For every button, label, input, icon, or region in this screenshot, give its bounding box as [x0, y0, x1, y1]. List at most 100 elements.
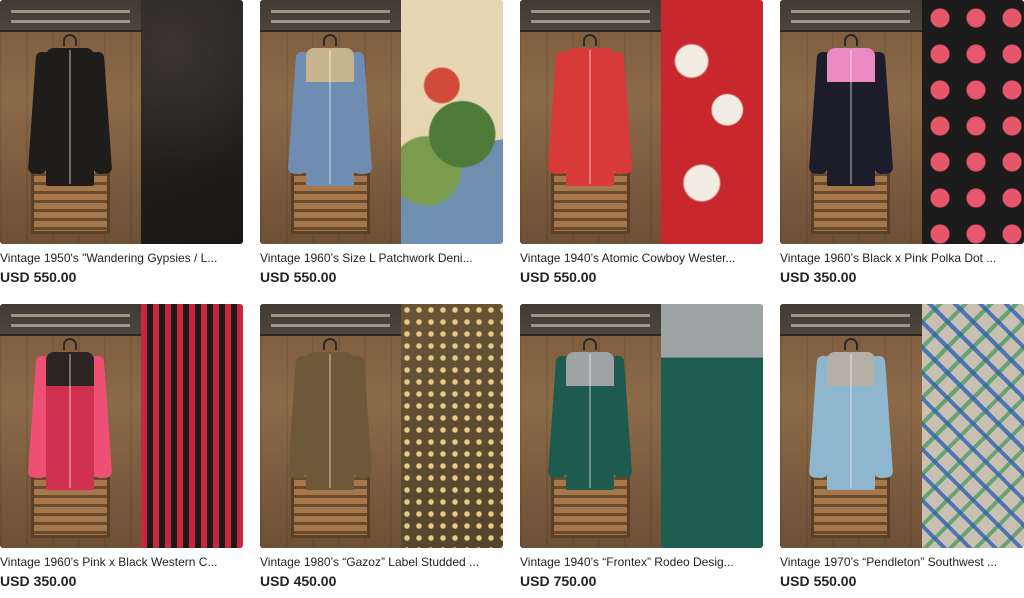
shirt-shape	[28, 34, 113, 186]
listing-title[interactable]: Vintage 1940’s “Frontex” Rodeo Desig...	[520, 555, 763, 569]
listing-image[interactable]	[780, 0, 1024, 244]
listing-card[interactable]: Vintage 1940’s “Frontex” Rodeo Desig... …	[520, 304, 763, 594]
shirt-photo	[260, 304, 401, 548]
listing-title[interactable]: Vintage 1960’s Size L Patchwork Deni...	[260, 251, 503, 265]
shirt-photo	[520, 304, 661, 548]
shirt-placket	[329, 354, 332, 488]
hanger	[583, 338, 598, 350]
price-currency: USD	[260, 269, 290, 285]
listing-image[interactable]	[260, 0, 503, 244]
listing-image[interactable]	[520, 304, 763, 548]
fabric-detail	[921, 304, 1024, 548]
store-sign	[520, 0, 661, 32]
listing-image[interactable]	[260, 304, 503, 548]
price-value: 350.00	[33, 573, 77, 589]
shirt-photo	[780, 304, 922, 548]
fabric-detail	[921, 0, 1024, 244]
fabric-detail	[400, 304, 503, 548]
store-sign	[780, 0, 922, 32]
shirt-placket	[69, 354, 72, 488]
hanger	[63, 338, 78, 350]
listing-price: USD 350.00	[0, 573, 243, 589]
detail-photo	[921, 304, 1024, 548]
listing-image[interactable]	[520, 0, 763, 244]
listing-price: USD 550.00	[0, 269, 243, 285]
shirt-shape	[808, 338, 893, 490]
price-value: 550.00	[33, 269, 77, 285]
hanger	[583, 34, 598, 46]
listing-card[interactable]: Vintage 1940’s Atomic Cowboy Wester... U…	[520, 0, 763, 290]
listing-card[interactable]: Vintage 1980’s “Gazoz” Label Studded ...…	[260, 304, 503, 594]
shirt-photo	[0, 0, 141, 244]
store-sign	[0, 0, 141, 32]
price-currency: USD	[520, 573, 550, 589]
detail-photo	[140, 0, 243, 244]
listing-image[interactable]	[0, 304, 243, 548]
shirt-placket	[329, 50, 332, 184]
store-sign	[0, 304, 141, 336]
shirt-placket	[69, 50, 72, 184]
listing-title[interactable]: Vintage 1960’s Pink x Black Western C...	[0, 555, 243, 569]
shirt-placket	[589, 354, 592, 488]
fabric-detail	[400, 0, 503, 244]
price-currency: USD	[780, 269, 810, 285]
shirt-photo	[780, 0, 922, 244]
listing-card[interactable]: Vintage 1970’s “Pendleton” Southwest ...…	[780, 304, 1024, 594]
price-value: 450.00	[293, 573, 337, 589]
hanger	[323, 338, 338, 350]
listing-card[interactable]: Vintage 1950's "Wandering Gypsies / L...…	[0, 0, 243, 290]
shirt-photo	[520, 0, 661, 244]
price-currency: USD	[780, 573, 810, 589]
detail-photo	[400, 304, 503, 548]
price-value: 550.00	[813, 573, 857, 589]
fabric-detail	[140, 304, 243, 548]
hanger	[63, 34, 78, 46]
shirt-shape	[548, 338, 633, 490]
listing-card[interactable]: Vintage 1960’s Pink x Black Western C...…	[0, 304, 243, 594]
shirt-shape	[288, 34, 373, 186]
listing-price: USD 550.00	[780, 573, 1024, 589]
fabric-detail	[660, 304, 763, 548]
listing-image[interactable]	[780, 304, 1024, 548]
detail-photo	[660, 0, 763, 244]
listing-price: USD 750.00	[520, 573, 763, 589]
fabric-detail	[140, 0, 243, 244]
price-value: 350.00	[813, 269, 857, 285]
listing-title[interactable]: Vintage 1970’s “Pendleton” Southwest ...	[780, 555, 1024, 569]
shirt-shape	[288, 338, 373, 490]
shirt-placket	[849, 50, 852, 184]
hanger	[323, 34, 338, 46]
detail-photo	[660, 304, 763, 548]
store-sign	[520, 304, 661, 336]
store-sign	[260, 304, 401, 336]
listing-price: USD 550.00	[520, 269, 763, 285]
detail-photo	[400, 0, 503, 244]
shirt-shape	[808, 34, 893, 186]
listing-title[interactable]: Vintage 1980’s “Gazoz” Label Studded ...	[260, 555, 503, 569]
shirt-photo	[260, 0, 401, 244]
listing-card[interactable]: Vintage 1960’s Black x Pink Polka Dot ..…	[780, 0, 1024, 290]
price-value: 550.00	[293, 269, 337, 285]
store-sign	[780, 304, 922, 336]
listing-image[interactable]	[0, 0, 243, 244]
hanger	[843, 338, 858, 350]
listing-grid: Vintage 1950's "Wandering Gypsies / L...…	[0, 0, 1024, 598]
listing-title[interactable]: Vintage 1950's "Wandering Gypsies / L...	[0, 251, 243, 265]
shirt-placket	[849, 354, 852, 488]
price-value: 550.00	[553, 269, 597, 285]
listing-title[interactable]: Vintage 1960’s Black x Pink Polka Dot ..…	[780, 251, 1024, 265]
shirt-shape	[548, 34, 633, 186]
price-currency: USD	[0, 573, 30, 589]
listing-price: USD 450.00	[260, 573, 503, 589]
price-currency: USD	[520, 269, 550, 285]
listing-price: USD 550.00	[260, 269, 503, 285]
listing-card[interactable]: Vintage 1960’s Size L Patchwork Deni... …	[260, 0, 503, 290]
listing-title[interactable]: Vintage 1940’s Atomic Cowboy Wester...	[520, 251, 763, 265]
shirt-photo	[0, 304, 141, 548]
shirt-shape	[28, 338, 113, 490]
shirt-placket	[589, 50, 592, 184]
listing-price: USD 350.00	[780, 269, 1024, 285]
price-currency: USD	[260, 573, 290, 589]
detail-photo	[140, 304, 243, 548]
detail-photo	[921, 0, 1024, 244]
